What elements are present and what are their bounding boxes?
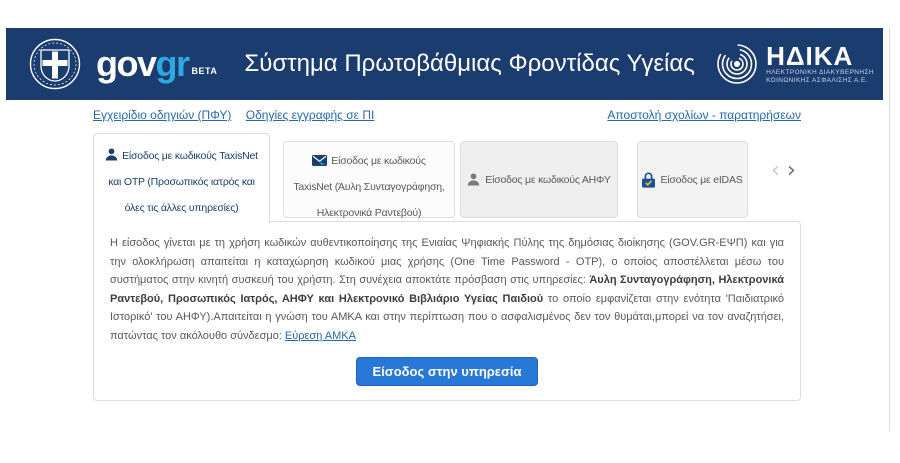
govgr-logo-beta-badge: BETA: [192, 66, 218, 76]
user-icon: [105, 148, 118, 161]
amka-search-link[interactable]: Εύρεση ΑΜΚΑ: [285, 330, 356, 342]
page-title: Σύστημα Πρωτοβάθμιας Φροντίδας Υγείας: [244, 50, 694, 78]
hdika-subtitle-1: ΗΛΕΚΤΡΟΝΙΚΗ ΔΙΑΚΥΒΕΡΝΗΣΗ: [766, 69, 874, 77]
tab-taxisnet-ayli[interactable]: Είσοδος με κωδικούς TaxisNet (Άυλη Συντα…: [283, 141, 455, 218]
user-icon: [467, 173, 480, 186]
greek-emblem-icon: [29, 38, 81, 90]
tab-label: Είσοδος με κωδικούς TaxisNet και OTP (Πρ…: [108, 150, 258, 214]
tab-label: Είσοδος με eIDAS: [660, 167, 742, 193]
login-description: Η είσοδος γίνεται με τη χρήση κωδικών αυ…: [110, 234, 784, 345]
lock-icon: [642, 172, 655, 188]
page-right-border: [889, 28, 890, 431]
register-instructions-link[interactable]: Οδηγίες εγγραφής σε ΠΙ: [246, 108, 375, 122]
carousel-next-icon[interactable]: ›: [787, 160, 796, 182]
hdika-text-block: ΗΔΙΚΑ ΗΛΕΚΤΡΟΝΙΚΗ ΔΙΑΚΥΒΕΡΝΗΣΗ ΚΟΙΝΩΝΙΚΗ…: [766, 44, 874, 85]
hdika-logo: ΗΔΙΚΑ ΗΛΕΚΤΡΟΝΙΚΗ ΔΙΑΚΥΒΕΡΝΗΣΗ ΚΟΙΝΩΝΙΚΗ…: [715, 42, 874, 86]
feedback-link[interactable]: Αποστολή σχολίων - παρατηρήσεων: [607, 108, 801, 122]
tab-taxisnet-otp[interactable]: Είσοδος με κωδικούς TaxisNet και OTP (Πρ…: [93, 133, 270, 223]
tab-label: Είσοδος με κωδικούς ΑΗΦΥ: [485, 167, 610, 193]
login-button[interactable]: Είσοδος στην υπηρεσία: [356, 357, 539, 386]
govgr-logo-gov: gov: [96, 46, 156, 82]
hdika-name: ΗΔΙΚΑ: [766, 44, 874, 69]
tab-eidas[interactable]: Είσοδος με eIDAS: [637, 141, 748, 218]
govgr-logo: govgr BETA: [96, 46, 217, 82]
tab-content-panel: Η είσοδος γίνεται με τη χρήση κωδικών αυ…: [93, 221, 801, 401]
envelope-icon: [312, 155, 327, 166]
govgr-logo-gr: gr: [156, 46, 189, 82]
page: govgr BETA Σύστημα Πρωτοβάθμιας Φροντίδα…: [0, 0, 900, 463]
carousel-prev-icon[interactable]: ‹: [771, 160, 780, 182]
app-header: govgr BETA Σύστημα Πρωτοβάθμιας Φροντίδα…: [6, 28, 883, 100]
tab-ahfy[interactable]: Είσοδος με κωδικούς ΑΗΦΥ: [460, 141, 618, 218]
manual-link[interactable]: Εγχειρίδιο οδηγιών (ΠΦΥ): [93, 108, 231, 122]
hdika-subtitle-2: ΚΟΙΝΩΝΙΚΗΣ ΑΣΦΑΛΙΣΗΣ Α.Ε.: [766, 77, 874, 85]
top-links-bar: Εγχειρίδιο οδηγιών (ΠΦΥ) Οδηγίες εγγραφή…: [93, 108, 801, 122]
hdika-spiral-icon: [715, 42, 759, 86]
